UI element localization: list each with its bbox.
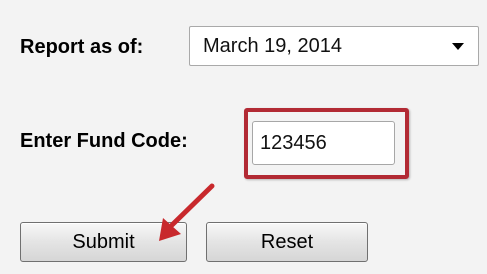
submit-button[interactable]: Submit — [20, 222, 187, 262]
report-date-select[interactable]: March 19, 2014 — [189, 26, 479, 66]
fund-code-input[interactable] — [252, 121, 395, 165]
reset-button[interactable]: Reset — [206, 222, 368, 262]
report-date-value: March 19, 2014 — [203, 34, 342, 57]
report-as-of-label: Report as of: — [20, 36, 144, 58]
fund-code-label: Enter Fund Code: — [20, 130, 188, 152]
chevron-down-icon[interactable] — [452, 42, 464, 50]
